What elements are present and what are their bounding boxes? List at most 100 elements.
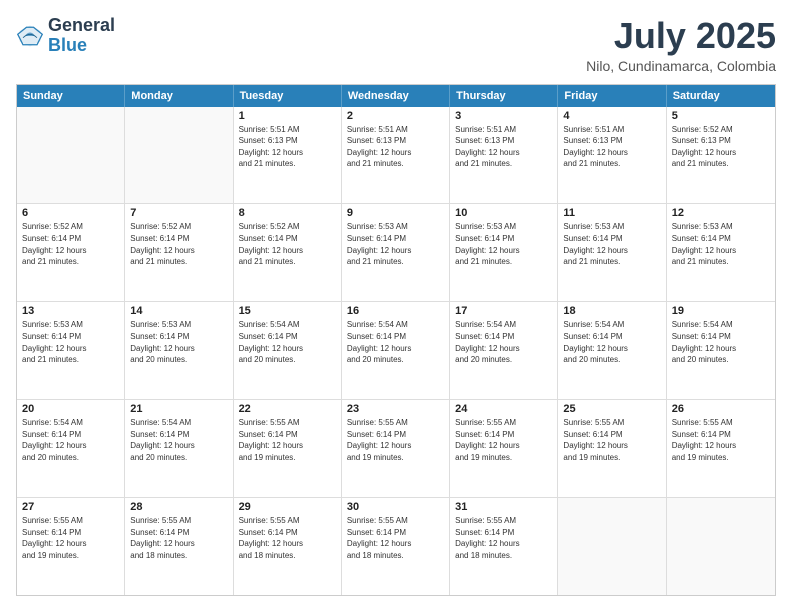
- day-info: Sunrise: 5:53 AM Sunset: 6:14 PM Dayligh…: [347, 221, 444, 267]
- calendar-cell: 15 Sunrise: 5:54 AM Sunset: 6:14 PM Dayli…: [234, 302, 342, 399]
- day-info: Sunrise: 5:55 AM Sunset: 6:14 PM Dayligh…: [347, 417, 444, 463]
- day-number: 25: [563, 403, 660, 415]
- calendar-row: 1 Sunrise: 5:51 AM Sunset: 6:13 PM Daylig…: [17, 107, 775, 205]
- calendar-cell: 28Sunrise: 5:55 AM Sunset: 6:14 PM Dayli…: [125, 498, 233, 595]
- weekday-header: Tuesday: [234, 85, 342, 107]
- day-info: Sunrise: 5:53 AM Sunset: 6:14 PM Dayligh…: [130, 319, 227, 365]
- day-number: 16: [347, 305, 444, 317]
- weekday-header: Monday: [125, 85, 233, 107]
- weekday-header: Sunday: [17, 85, 125, 107]
- header: General Blue July 2025 Nilo, Cundinamarc…: [16, 16, 776, 74]
- day-info: Sunrise: 5:55 AM Sunset: 6:14 PM Dayligh…: [239, 515, 336, 561]
- calendar-cell: 27 Sunrise: 5:55 AM Sunset: 6:14 PM Dayli…: [17, 498, 125, 595]
- calendar-cell: 4 Sunrise: 5:51 AM Sunset: 6:13 PM Daylig…: [558, 107, 666, 204]
- day-info: Sunrise: 5:55 AM Sunset: 6:14 PM Dayligh…: [130, 515, 227, 561]
- day-info: Sunrise: 5:52 AM Sunset: 6:14 PM Dayligh…: [22, 221, 119, 267]
- day-number: 1: [239, 110, 336, 122]
- day-info: Sunrise: 5:54 AM Sunset: 6:14 PM Dayligh…: [347, 319, 444, 365]
- calendar-cell: 10 Sunrise: 5:53 AM Sunset: 6:14 PM Dayli…: [450, 204, 558, 301]
- day-info: Sunrise: 5:52 AM Sunset: 6:13 PM Dayligh…: [672, 124, 770, 170]
- day-info: Sunrise: 5:55 AM Sunset: 6:14 PM Dayligh…: [347, 515, 444, 561]
- calendar-cell: 12Sunrise: 5:53 AM Sunset: 6:14 PM Dayli…: [667, 204, 775, 301]
- calendar-body: 1 Sunrise: 5:51 AM Sunset: 6:13 PM Daylig…: [17, 107, 775, 595]
- calendar-row: 6 Sunrise: 5:52 AM Sunset: 6:14 PM Daylig…: [17, 204, 775, 302]
- calendar-cell: 16 Sunrise: 5:54 AM Sunset: 6:14 PM Dayli…: [342, 302, 450, 399]
- day-number: 23: [347, 403, 444, 415]
- day-number: 2: [347, 110, 444, 122]
- calendar-cell: 31Sunrise: 5:55 AM Sunset: 6:14 PM Dayli…: [450, 498, 558, 595]
- day-number: 6: [22, 207, 119, 219]
- day-number: 5: [672, 110, 770, 122]
- day-info: Sunrise: 5:53 AM Sunset: 6:14 PM Dayligh…: [455, 221, 552, 267]
- calendar: SundayMondayTuesdayWednesdayThursdayFrid…: [16, 84, 776, 596]
- calendar-cell: [558, 498, 666, 595]
- day-number: 10: [455, 207, 552, 219]
- day-info: Sunrise: 5:54 AM Sunset: 6:14 PM Dayligh…: [455, 319, 552, 365]
- calendar-cell: [125, 107, 233, 204]
- day-number: 9: [347, 207, 444, 219]
- day-number: 14: [130, 305, 227, 317]
- day-number: 24: [455, 403, 552, 415]
- title-block: July 2025 Nilo, Cundinamarca, Colombia: [586, 16, 776, 74]
- calendar-cell: 23 Sunrise: 5:55 AM Sunset: 6:14 PM Dayli…: [342, 400, 450, 497]
- day-number: 26: [672, 403, 770, 415]
- day-number: 7: [130, 207, 227, 219]
- calendar-row: 13 Sunrise: 5:53 AM Sunset: 6:14 PM Dayli…: [17, 302, 775, 400]
- calendar-cell: 1 Sunrise: 5:51 AM Sunset: 6:13 PM Daylig…: [234, 107, 342, 204]
- day-number: 20: [22, 403, 119, 415]
- day-info: Sunrise: 5:53 AM Sunset: 6:14 PM Dayligh…: [563, 221, 660, 267]
- day-info: Sunrise: 5:55 AM Sunset: 6:14 PM Dayligh…: [22, 515, 119, 561]
- day-info: Sunrise: 5:55 AM Sunset: 6:14 PM Dayligh…: [563, 417, 660, 463]
- page: General Blue July 2025 Nilo, Cundinamarc…: [0, 0, 792, 612]
- day-info: Sunrise: 5:54 AM Sunset: 6:14 PM Dayligh…: [672, 319, 770, 365]
- day-info: Sunrise: 5:55 AM Sunset: 6:14 PM Dayligh…: [672, 417, 770, 463]
- subtitle: Nilo, Cundinamarca, Colombia: [586, 58, 776, 74]
- day-info: Sunrise: 5:51 AM Sunset: 6:13 PM Dayligh…: [455, 124, 552, 170]
- calendar-cell: 29Sunrise: 5:55 AM Sunset: 6:14 PM Dayli…: [234, 498, 342, 595]
- day-info: Sunrise: 5:54 AM Sunset: 6:14 PM Dayligh…: [22, 417, 119, 463]
- calendar-row: 27 Sunrise: 5:55 AM Sunset: 6:14 PM Dayli…: [17, 498, 775, 595]
- calendar-cell: 2 Sunrise: 5:51 AM Sunset: 6:13 PM Daylig…: [342, 107, 450, 204]
- calendar-cell: 22 Sunrise: 5:55 AM Sunset: 6:14 PM Dayli…: [234, 400, 342, 497]
- day-info: Sunrise: 5:54 AM Sunset: 6:14 PM Dayligh…: [239, 319, 336, 365]
- calendar-cell: 14 Sunrise: 5:53 AM Sunset: 6:14 PM Dayli…: [125, 302, 233, 399]
- day-number: 13: [22, 305, 119, 317]
- day-info: Sunrise: 5:51 AM Sunset: 6:13 PM Dayligh…: [347, 124, 444, 170]
- day-number: 21: [130, 403, 227, 415]
- day-info: Sunrise: 5:55 AM Sunset: 6:14 PM Dayligh…: [455, 515, 552, 561]
- calendar-cell: 30Sunrise: 5:55 AM Sunset: 6:14 PM Dayli…: [342, 498, 450, 595]
- calendar-cell: 8Sunrise: 5:52 AM Sunset: 6:14 PM Daylig…: [234, 204, 342, 301]
- day-number: 4: [563, 110, 660, 122]
- day-info: Sunrise: 5:51 AM Sunset: 6:13 PM Dayligh…: [239, 124, 336, 170]
- calendar-cell: 17 Sunrise: 5:54 AM Sunset: 6:14 PM Dayli…: [450, 302, 558, 399]
- weekday-header: Wednesday: [342, 85, 450, 107]
- day-number: 12: [672, 207, 770, 219]
- calendar-cell: 3 Sunrise: 5:51 AM Sunset: 6:13 PM Daylig…: [450, 107, 558, 204]
- day-number: 18: [563, 305, 660, 317]
- day-info: Sunrise: 5:51 AM Sunset: 6:13 PM Dayligh…: [563, 124, 660, 170]
- day-info: Sunrise: 5:55 AM Sunset: 6:14 PM Dayligh…: [455, 417, 552, 463]
- calendar-row: 20 Sunrise: 5:54 AM Sunset: 6:14 PM Dayli…: [17, 400, 775, 498]
- day-info: Sunrise: 5:53 AM Sunset: 6:14 PM Dayligh…: [22, 319, 119, 365]
- day-number: 19: [672, 305, 770, 317]
- weekday-header: Thursday: [450, 85, 558, 107]
- logo-line1: General: [48, 16, 115, 36]
- day-number: 22: [239, 403, 336, 415]
- logo-icon: [16, 22, 44, 50]
- calendar-cell: 24 Sunrise: 5:55 AM Sunset: 6:14 PM Dayli…: [450, 400, 558, 497]
- day-number: 17: [455, 305, 552, 317]
- calendar-cell: 13 Sunrise: 5:53 AM Sunset: 6:14 PM Dayli…: [17, 302, 125, 399]
- calendar-cell: 26 Sunrise: 5:55 AM Sunset: 6:14 PM Dayli…: [667, 400, 775, 497]
- main-title: July 2025: [586, 16, 776, 56]
- day-number: 3: [455, 110, 552, 122]
- day-info: Sunrise: 5:52 AM Sunset: 6:14 PM Dayligh…: [130, 221, 227, 267]
- weekday-header: Saturday: [667, 85, 775, 107]
- day-number: 15: [239, 305, 336, 317]
- calendar-cell: 11Sunrise: 5:53 AM Sunset: 6:14 PM Dayli…: [558, 204, 666, 301]
- calendar-cell: [17, 107, 125, 204]
- logo-text: General Blue: [48, 16, 115, 56]
- calendar-cell: 6 Sunrise: 5:52 AM Sunset: 6:14 PM Daylig…: [17, 204, 125, 301]
- day-info: Sunrise: 5:55 AM Sunset: 6:14 PM Dayligh…: [239, 417, 336, 463]
- calendar-cell: 18Sunrise: 5:54 AM Sunset: 6:14 PM Dayli…: [558, 302, 666, 399]
- day-number: 27: [22, 501, 119, 513]
